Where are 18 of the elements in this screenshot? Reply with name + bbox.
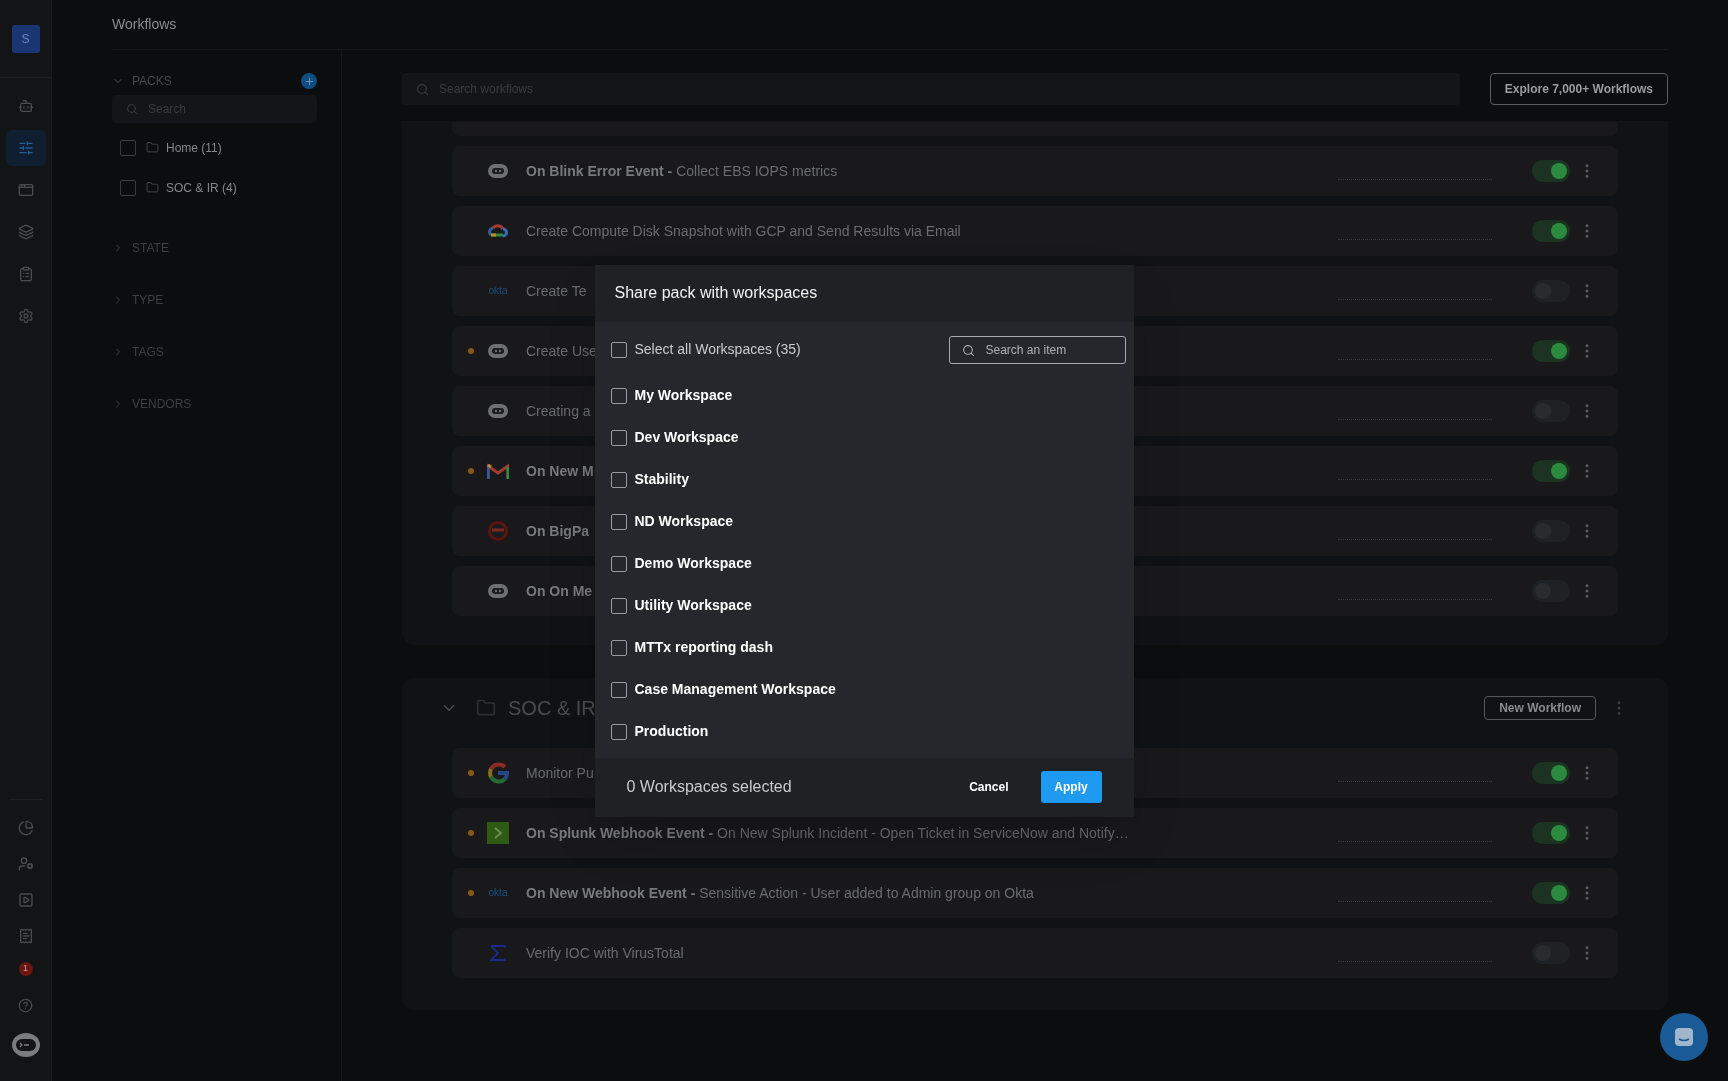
workflow-title: On On Me (526, 581, 593, 601)
workflow-title: On BigPa (526, 521, 589, 541)
dialog-title: Share pack with workspaces (614, 283, 818, 303)
group-title: SOC & IR (508, 696, 596, 721)
workflow-title: Creating a (526, 401, 591, 421)
workflow-title: Create Te (526, 281, 587, 301)
selected-count: 0 Workspaces selected (626, 777, 792, 797)
section-label: PACKS (132, 73, 172, 90)
workflow-title: Create Compute Disk Snapshot with GCP and Send Results via Email (526, 221, 961, 241)
workflow-title: On Blink Error Event - Collect EBS IOPS metrics (526, 161, 838, 181)
okta-logo: okta (488, 888, 508, 898)
workflow-title: Verify IOC with VirusTotal (526, 943, 684, 963)
workflow-title: On New Webhook Event - Sensitive Action - User added to Admin group on Okta (526, 883, 1034, 903)
workflow-title: Monitor Pu (526, 763, 594, 783)
page-title: Workflows (112, 15, 177, 34)
okta-logo: okta (488, 286, 508, 296)
workflow-title: On New M (526, 461, 594, 481)
workflow-title: On Splunk Webhook Event - On New Splunk Incident - Open Ticket in ServiceNow and Notify… (526, 823, 1129, 843)
